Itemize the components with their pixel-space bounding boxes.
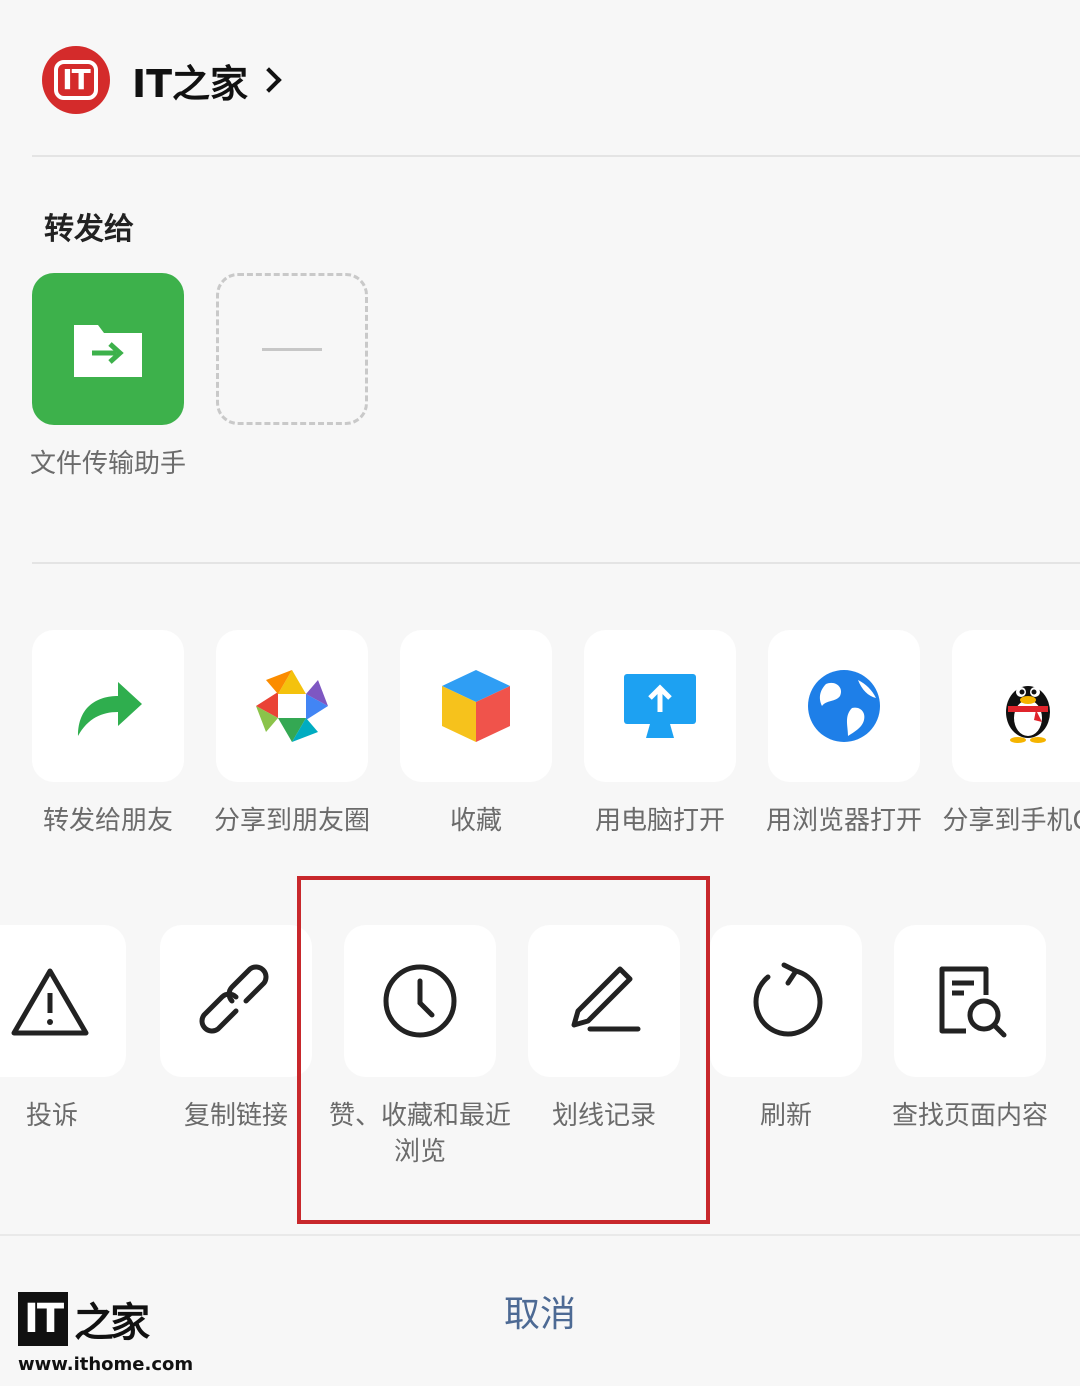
share-to-qq-button[interactable] — [952, 630, 1080, 782]
favorite-button[interactable] — [400, 630, 552, 782]
warning-icon — [11, 968, 89, 1036]
divider — [0, 1234, 1080, 1236]
action-label: 查找页面内容 — [891, 1101, 1048, 1131]
official-account-header[interactable]: IT IT之家 — [42, 44, 282, 116]
watermark-brand: IT — [18, 1292, 69, 1346]
dash-placeholder-icon — [262, 347, 322, 351]
contact-label: 文件传输助手 — [29, 449, 186, 479]
share-label: 分享到手机QQ — [942, 806, 1080, 836]
account-title: IT之家 — [132, 61, 249, 106]
qq-penguin-icon — [1006, 686, 1050, 743]
share-label: 收藏 — [449, 806, 502, 836]
moments-aperture-icon — [256, 670, 328, 742]
ithome-logo: IT — [42, 46, 110, 114]
report-button[interactable] — [0, 925, 126, 1077]
watermark-url: www.ithome.com — [18, 1354, 194, 1375]
find-in-page-button[interactable] — [894, 925, 1046, 1077]
share-label: 用电脑打开 — [594, 806, 725, 836]
highlight-annotation-box — [297, 876, 710, 1224]
chevron-right-icon — [256, 67, 282, 93]
divider — [32, 155, 1080, 157]
forward-to-friend-button[interactable] — [32, 630, 184, 782]
contact-file-transfer[interactable] — [32, 273, 184, 425]
share-label: 用浏览器打开 — [765, 806, 922, 836]
share-label: 分享到朋友圈 — [213, 806, 370, 836]
link-icon — [199, 964, 269, 1034]
open-in-browser-button[interactable] — [768, 630, 920, 782]
forward-section-title: 转发给 — [44, 212, 134, 247]
open-on-pc-button[interactable] — [584, 630, 736, 782]
folder-transfer-icon — [74, 325, 142, 377]
share-label: 转发给朋友 — [42, 806, 173, 836]
refresh-icon — [753, 962, 823, 1037]
share-to-moments-button[interactable] — [216, 630, 368, 782]
copy-link-button[interactable] — [160, 925, 312, 1077]
globe-icon — [808, 670, 880, 742]
monitor-upload-icon — [624, 674, 696, 738]
refresh-button[interactable] — [710, 925, 862, 1077]
cancel-button[interactable]: 取消 — [440, 1285, 640, 1337]
watermark-logo-glyph: 之家 — [74, 1300, 150, 1346]
action-label: 投诉 — [25, 1101, 78, 1131]
find-document-icon — [939, 966, 1007, 1038]
share-sheet: IT IT之家 转发给 文件传输助手 转发给朋友 分享到朋友圈 收藏 用电脑打开… — [0, 0, 1080, 1386]
action-label: 刷新 — [759, 1101, 812, 1131]
forward-arrow-icon — [78, 682, 142, 736]
add-contact-placeholder[interactable] — [216, 273, 368, 425]
ithome-watermark: IT 之家 www.ithome.com — [18, 1290, 194, 1375]
logo-text: IT — [54, 60, 98, 100]
cube-icon — [442, 670, 510, 742]
divider — [32, 562, 1080, 564]
